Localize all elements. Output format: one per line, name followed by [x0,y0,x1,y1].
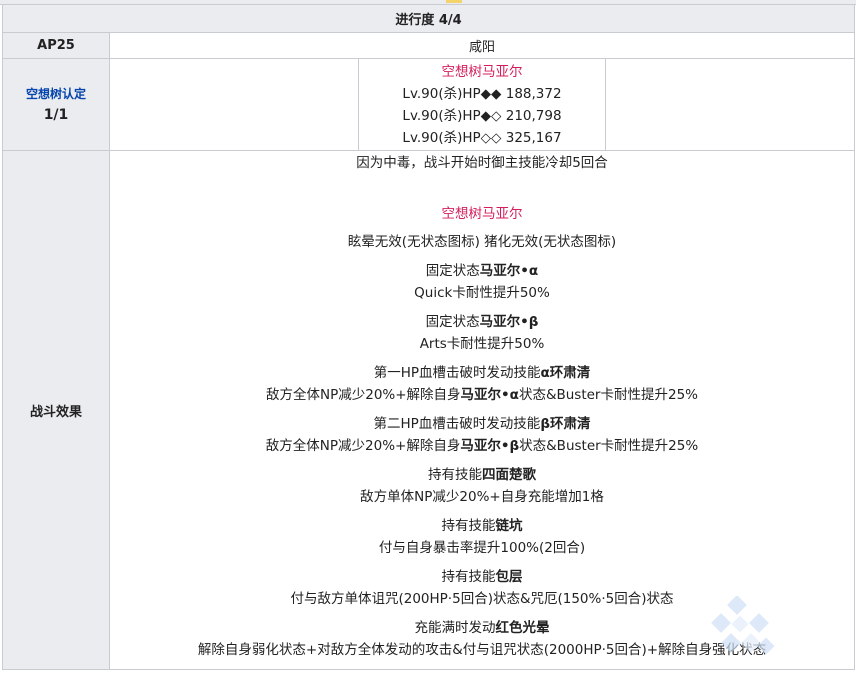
break1-skill-name: α环肃清 [540,364,591,381]
enemy-name: 空想树马亚尔 [441,63,523,80]
skill2-prefix: 持有技能 [441,517,496,534]
cert-value: 1/1 [43,106,69,123]
state-a-prefix: 固定状态 [425,262,480,279]
break1-desc-b: 状态&Buster卡耐性提升25% [518,387,698,403]
effect-intro: 因为中毒，战斗开始时御主技能冷却5回合 [356,155,608,171]
skill3-name: 包层 [495,568,523,585]
break1-prefix: 第一HP血槽击破时发动技能 [373,364,541,381]
skill1-title: 持有技能四面楚歌 [110,464,854,487]
break1-desc: 敌方全体NP减少20%+解除自身马亚尔•α状态&Buster卡耐性提升25% [110,384,854,407]
break1-desc-state: 马亚尔•α [460,387,519,403]
skill2-desc: 付与自身暴击率提升100%(2回合) [378,540,586,556]
state-a-name: 马亚尔•α [479,262,539,279]
effects-list: 因为中毒，战斗开始时御主技能冷却5回合 空想树马亚尔 眩晕无效(无状态图标) 猪… [110,151,854,662]
progress-header: 进行度 4/4 [2,4,855,33]
skill2-title: 持有技能链坑 [110,515,854,538]
enemy-hp-3: Lv.90(杀)HP◇◇ 325,167 [402,129,562,146]
skill2-name: 链坑 [495,517,523,534]
watermark-icon [711,596,775,655]
break2-desc-b: 状态&Buster卡耐性提升25% [519,438,699,454]
break1-desc-a: 敌方全体NP减少20%+解除自身 [265,387,461,403]
np-prefix: 充能满时发动 [414,619,496,636]
battle-info-table: 进行度 4/4 AP25 咸阳 空想树认定 1/1 空想树马亚尔 Lv.90(杀… [2,4,855,670]
np-name: 红色光晕 [495,619,550,636]
cert-label-link[interactable]: 空想树认定 [3,84,109,104]
break2-desc-state: 马亚尔•β [460,438,520,454]
skill1-name: 四面楚歌 [482,466,536,483]
break2-skill-name: β环肃清 [540,415,591,432]
effects-label: 战斗效果 [2,150,110,670]
effects-cell: 因为中毒，战斗开始时御主技能冷却5回合 空想树马亚尔 眩晕无效(无状态图标) 猪… [109,150,855,670]
effect-immunity: 眩晕无效(无状态图标) 猪化无效(无状态图标) [347,234,617,250]
enemy-hp-1: Lv.90(杀)HP◆◆ 188,372 [402,85,562,102]
enemy-box: 空想树马亚尔 Lv.90(杀)HP◆◆ 188,372 Lv.90(杀)HP◆◇… [358,59,606,150]
state-b-desc: Arts卡耐性提升50% [419,336,545,352]
skill1-desc: 敌方单体NP减少20%+自身充能增加1格 [360,489,604,505]
strip-marker [446,0,462,3]
enemy-cell: 空想树马亚尔 Lv.90(杀)HP◆◆ 188,372 Lv.90(杀)HP◆◇… [109,58,855,151]
skill3-prefix: 持有技能 [441,568,496,585]
state-a-desc: Quick卡耐性提升50% [414,285,550,301]
break2-desc: 敌方全体NP减少20%+解除自身马亚尔•β状态&Buster卡耐性提升25% [110,435,854,458]
state-b-prefix: 固定状态 [425,313,480,330]
state-b-name: 马亚尔•β [479,313,539,330]
effect-enemy-name: 空想树马亚尔 [441,205,523,222]
break2-title: 第二HP血槽击破时发动技能β环肃清 [110,413,854,436]
ap-cost: AP25 [2,32,110,59]
cert-cell: 空想树认定 1/1 [2,58,110,151]
skill1-prefix: 持有技能 [428,466,482,483]
enemy-hp-2: Lv.90(杀)HP◆◇ 210,798 [402,107,562,124]
break2-prefix: 第二HP血槽击破时发动技能 [373,415,541,432]
state-a-title: 固定状态马亚尔•α [110,260,854,283]
break2-desc-a: 敌方全体NP减少20%+解除自身 [265,438,461,454]
state-b-title: 固定状态马亚尔•β [110,311,854,334]
break1-title: 第一HP血槽击破时发动技能α环肃清 [110,362,854,385]
skill3-title: 持有技能包层 [110,566,854,589]
location-name: 咸阳 [109,32,855,59]
